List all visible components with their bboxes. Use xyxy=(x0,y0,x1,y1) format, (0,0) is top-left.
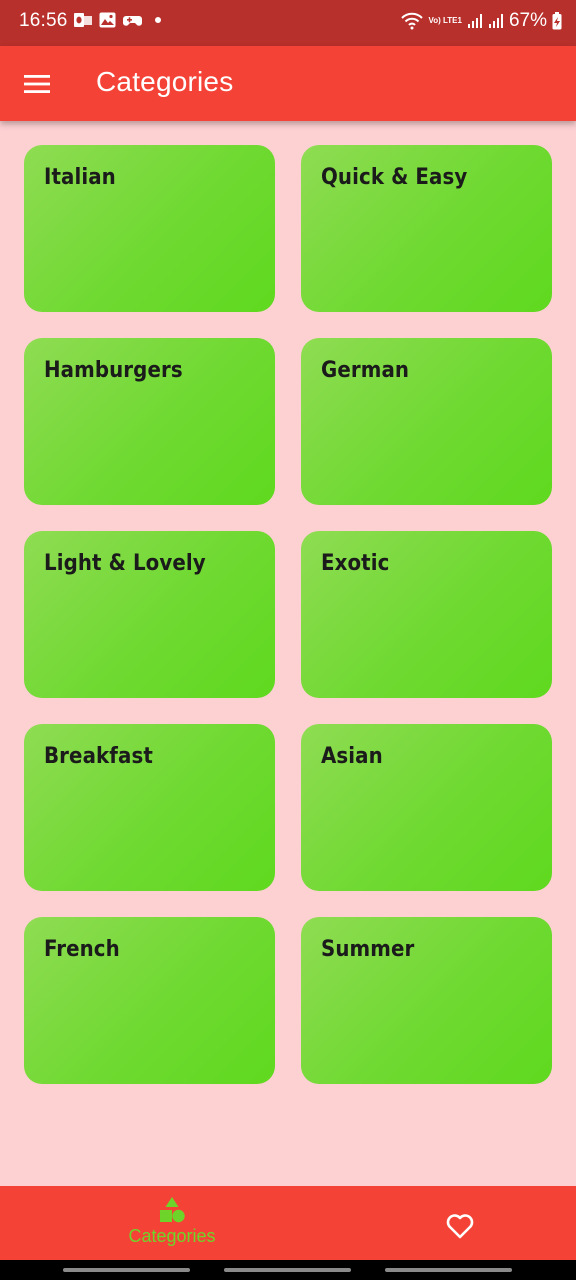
category-title: Asian xyxy=(321,744,383,769)
gallery-icon xyxy=(99,12,116,28)
page-title: Categories xyxy=(96,66,234,97)
category-card-hamburgers[interactable]: Hamburgers xyxy=(24,338,275,505)
nav-tab-categories-label: Categories xyxy=(128,1226,216,1246)
wifi-icon xyxy=(401,12,424,30)
system-gesture-bar xyxy=(0,1260,576,1280)
gesture-handle-left[interactable] xyxy=(63,1268,190,1272)
category-card-german[interactable]: German xyxy=(301,338,552,505)
category-title: Summer xyxy=(321,937,415,962)
nav-tab-categories[interactable]: Categories xyxy=(112,1196,232,1254)
status-time: 16:56 xyxy=(19,10,68,31)
category-card-breakfast[interactable]: Breakfast xyxy=(24,724,275,891)
gesture-handle-center[interactable] xyxy=(224,1268,351,1272)
category-title: Quick & Easy xyxy=(321,165,468,190)
outlook-icon xyxy=(74,13,92,27)
app-bar: Categories xyxy=(0,46,576,121)
signal-icon-sim1 xyxy=(467,14,482,28)
bottom-navigation: Categories xyxy=(0,1186,576,1260)
menu-button[interactable] xyxy=(18,65,56,103)
category-title: French xyxy=(44,937,120,962)
game-controller-icon xyxy=(123,16,142,26)
more-notifications-dot xyxy=(155,17,161,23)
status-bar: 16:56 Vo) LTE1 67% xyxy=(0,0,576,46)
hamburger-menu-icon xyxy=(24,75,50,93)
category-title: Breakfast xyxy=(44,744,153,769)
category-card-exotic[interactable]: Exotic xyxy=(301,531,552,698)
category-card-quick-easy[interactable]: Quick & Easy xyxy=(301,145,552,312)
category-title: Italian xyxy=(44,165,116,190)
system-icons: Vo) LTE1 67% xyxy=(401,10,562,32)
shapes-icon xyxy=(160,1197,185,1223)
categories-grid: Italian Quick & Easy Hamburgers German L… xyxy=(24,145,552,1084)
signal-icon-sim2 xyxy=(488,14,503,28)
category-title: Light & Lovely xyxy=(44,551,206,576)
category-card-italian[interactable]: Italian xyxy=(24,145,275,312)
category-card-asian[interactable]: Asian xyxy=(301,724,552,891)
category-card-summer[interactable]: Summer xyxy=(301,917,552,1084)
gesture-handle-right[interactable] xyxy=(385,1268,512,1272)
volte-indicator: Vo) LTE1 xyxy=(428,16,462,25)
category-card-french[interactable]: French xyxy=(24,917,275,1084)
notification-icons xyxy=(74,12,161,28)
nav-tab-favorites[interactable] xyxy=(436,1206,484,1246)
heart-outline-icon xyxy=(446,1214,474,1239)
battery-percentage: 67% xyxy=(508,10,547,31)
category-title: Exotic xyxy=(321,551,390,576)
category-card-light-lovely[interactable]: Light & Lovely xyxy=(24,531,275,698)
category-title: German xyxy=(321,358,410,383)
category-title: Hamburgers xyxy=(44,358,183,383)
battery-charging-icon xyxy=(552,12,562,30)
